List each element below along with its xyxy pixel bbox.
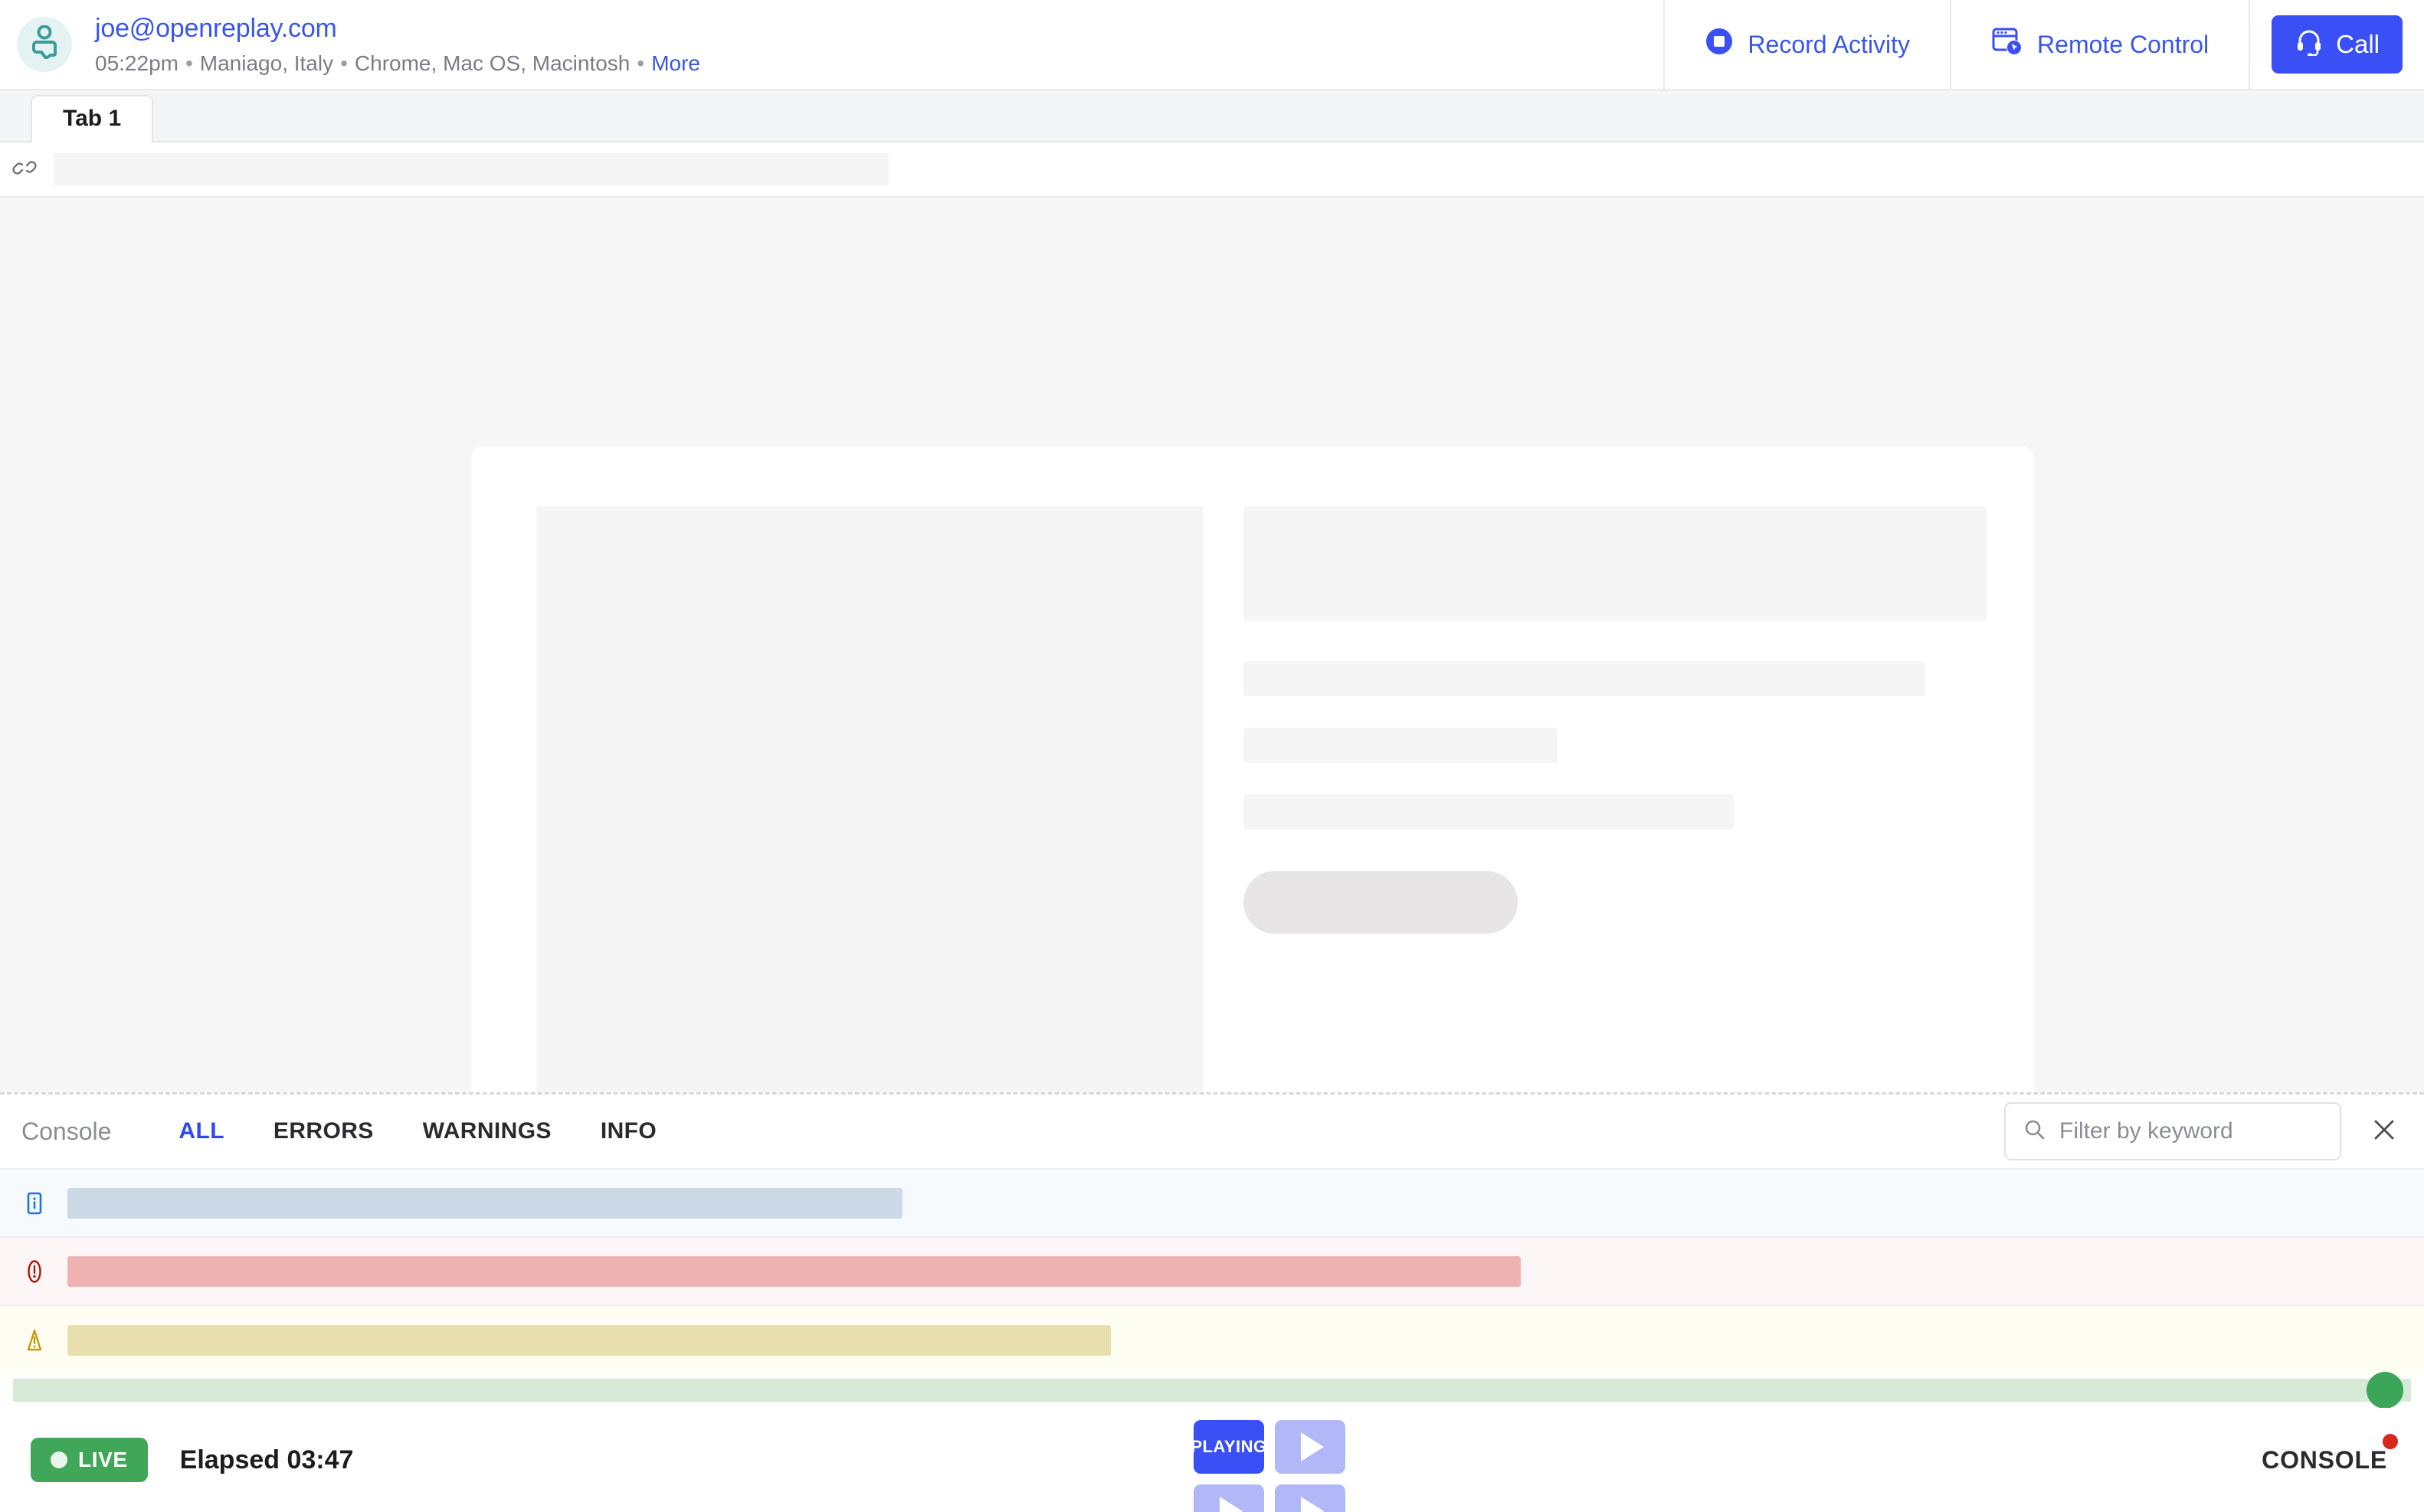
remote-control-window-icon: [1991, 25, 2023, 64]
play-button-1[interactable]: [1275, 1420, 1345, 1474]
elapsed-time: Elapsed 03:47: [179, 1445, 354, 1474]
skeleton-line-3: [1243, 794, 1734, 830]
play-icon: [1220, 1497, 1243, 1512]
console-toggle-button[interactable]: CONSOLE: [2262, 1433, 2398, 1474]
live-dot-icon: [51, 1451, 67, 1468]
tab-label: Tab 1: [63, 106, 122, 131]
console-badge-dot: [2383, 1433, 2398, 1449]
call-label: Call: [2336, 30, 2380, 58]
console-toolbar: Console ALL ERRORS WARNINGS INFO: [0, 1095, 2424, 1170]
playing-label: PLAYING: [1191, 1437, 1267, 1456]
tab-1[interactable]: Tab 1: [31, 95, 154, 142]
session-user-block: joe@openreplay.com 05:22pm • Maniago, Ital…: [0, 13, 1663, 77]
separator-dot-3: •: [637, 51, 645, 75]
console-filter-input[interactable]: [2059, 1118, 2323, 1144]
console-tab-all[interactable]: ALL: [154, 1118, 249, 1144]
more-link[interactable]: More: [651, 51, 700, 75]
openreplay-live-session-app: joe@openreplay.com 05:22pm • Maniago, Ital…: [0, 0, 2424, 1512]
user-avatar-icon: [29, 25, 60, 63]
console-toggle-label: CONSOLE: [2262, 1445, 2387, 1474]
live-badge[interactable]: LIVE: [31, 1438, 148, 1482]
console-title: Console: [21, 1117, 112, 1145]
skeleton-text-column: [1243, 506, 1994, 934]
error-circle-icon: [18, 1258, 51, 1285]
search-icon: [2023, 1118, 2047, 1146]
warning-triangle-icon: [18, 1327, 51, 1353]
skeleton-line-2: [1243, 728, 1558, 763]
console-log-rows: [0, 1170, 2424, 1374]
skeleton-hero-placeholder: [1243, 506, 1987, 621]
playback-buttons: PLAYING: [1191, 1420, 1345, 1512]
call-button-wrap: Call: [2249, 0, 2424, 90]
session-header: joe@openreplay.com 05:22pm • Maniago, Ital…: [0, 0, 2424, 90]
playback-control-bar: LIVE Elapsed 03:47 PLAYING CONSOLE: [0, 1408, 2424, 1512]
skeleton-line-1: [1243, 661, 1925, 696]
headset-icon: [2295, 27, 2324, 62]
skeleton-card: [471, 447, 2034, 1092]
session-location: Maniago, Italy: [199, 51, 334, 75]
play-button-2[interactable]: [1194, 1484, 1264, 1512]
log-row-error[interactable]: [0, 1238, 2424, 1306]
log-row-info[interactable]: [0, 1170, 2424, 1238]
record-activity-button[interactable]: Record Activity: [1663, 0, 1950, 90]
log-message-placeholder: [67, 1187, 902, 1219]
session-subtitle: 05:22pm • Maniago, Italy • Chrome, Mac OS, M…: [95, 51, 700, 77]
console-tab-info[interactable]: INFO: [576, 1118, 681, 1144]
info-icon: [18, 1190, 51, 1216]
user-email-link[interactable]: joe@openreplay.com: [95, 13, 700, 44]
console-filter-box[interactable]: [2004, 1102, 2341, 1160]
live-label: LIVE: [78, 1448, 128, 1471]
player-viewport[interactable]: [0, 198, 2424, 1092]
timeline[interactable]: [0, 1372, 2424, 1409]
session-time: 05:22pm: [95, 51, 179, 75]
play-button-3[interactable]: [1275, 1484, 1345, 1512]
console-tab-errors[interactable]: ERRORS: [249, 1118, 398, 1144]
separator-dot-2: •: [340, 51, 348, 75]
skeleton-image-placeholder: [536, 506, 1203, 1092]
separator-dot-1: •: [185, 51, 193, 75]
url-bar: [0, 142, 2424, 198]
remote-control-label: Remote Control: [2037, 30, 2209, 58]
remote-control-button[interactable]: Remote Control: [1950, 0, 2249, 90]
skeleton-button-placeholder: [1243, 871, 1518, 934]
url-input[interactable]: [54, 153, 889, 185]
timeline-knob[interactable]: [2367, 1372, 2403, 1409]
log-row-warning[interactable]: [0, 1306, 2424, 1374]
playing-status-button[interactable]: PLAYING: [1191, 1420, 1267, 1474]
avatar: [17, 16, 72, 72]
console-panel: Console ALL ERRORS WARNINGS INFO: [0, 1092, 2424, 1374]
record-activity-label: Record Activity: [1748, 30, 1911, 58]
link-chain-icon: [11, 154, 38, 185]
console-level-tabs: ALL ERRORS WARNINGS INFO: [154, 1118, 681, 1144]
play-icon: [1301, 1432, 1324, 1461]
close-icon[interactable]: [2364, 1114, 2404, 1149]
session-user-meta: joe@openreplay.com 05:22pm • Maniago, Ital…: [95, 13, 700, 77]
timeline-track[interactable]: [13, 1372, 2411, 1409]
record-stop-icon: [1705, 27, 1734, 62]
console-tab-warnings[interactable]: WARNINGS: [398, 1118, 576, 1144]
header-actions: Record Activity Remote Control Call: [1663, 0, 2424, 90]
console-toolbar-right: [2004, 1102, 2404, 1160]
session-device: Chrome, Mac OS, Macintosh: [354, 51, 631, 75]
log-message-placeholder: [67, 1255, 1521, 1287]
log-message-placeholder: [67, 1324, 1111, 1356]
tab-bar: Tab 1: [0, 90, 2424, 142]
play-icon: [1301, 1497, 1324, 1512]
call-button[interactable]: Call: [2272, 15, 2403, 74]
